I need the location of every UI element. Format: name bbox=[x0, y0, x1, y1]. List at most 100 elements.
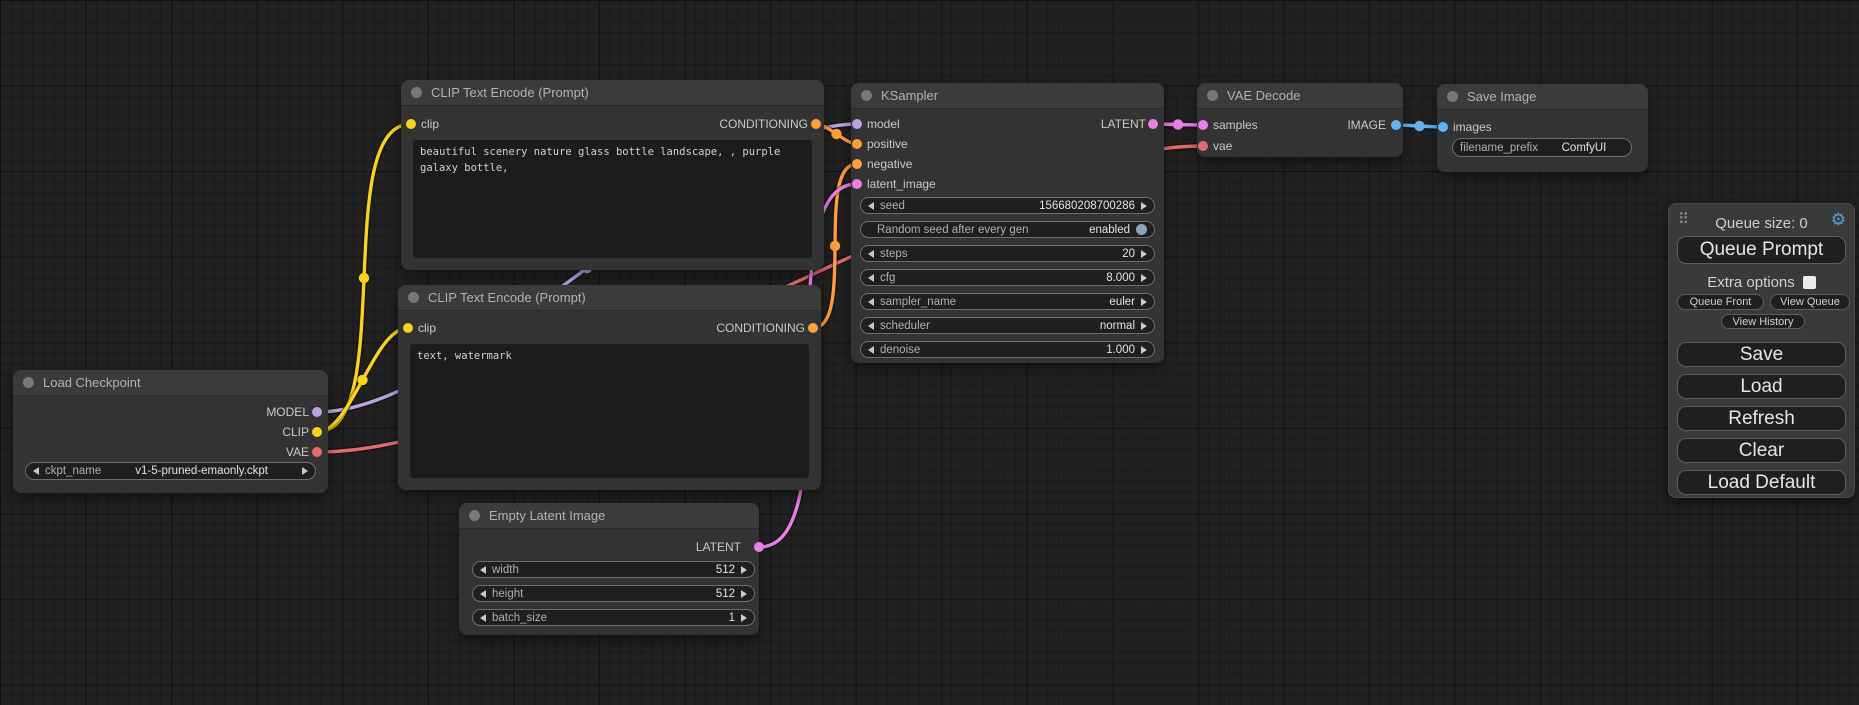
node-ksampler[interactable]: KSampler model positive negative latent_… bbox=[851, 83, 1164, 363]
increment-arrow-icon[interactable] bbox=[302, 467, 308, 475]
decrement-arrow-icon[interactable] bbox=[868, 298, 874, 306]
output-label-clip: CLIP bbox=[282, 425, 309, 439]
input-port-images[interactable] bbox=[1438, 122, 1448, 132]
decrement-arrow-icon[interactable] bbox=[868, 346, 874, 354]
collapse-dot-icon[interactable] bbox=[408, 292, 419, 303]
extra-options-label: Extra options bbox=[1707, 274, 1795, 291]
load-default-button[interactable]: Load Default bbox=[1677, 470, 1846, 495]
output-port-latent[interactable] bbox=[754, 542, 764, 552]
node-title: CLIP Text Encode (Prompt) bbox=[431, 85, 589, 100]
input-port-latent-image[interactable] bbox=[852, 179, 862, 189]
decrement-arrow-icon[interactable] bbox=[868, 274, 874, 282]
input-port-samples[interactable] bbox=[1198, 120, 1208, 130]
cfg-widget[interactable]: cfg 8.000 bbox=[860, 269, 1155, 286]
output-port-vae[interactable] bbox=[312, 447, 322, 457]
settings-gear-icon[interactable]: ⚙ bbox=[1831, 210, 1846, 230]
widget-value: 1.000 bbox=[1106, 344, 1135, 356]
decrement-arrow-icon[interactable] bbox=[480, 614, 486, 622]
input-label-samples: samples bbox=[1213, 118, 1258, 132]
random-seed-widget[interactable]: Random seed after every gen enabled bbox=[860, 221, 1155, 238]
node-title-bar[interactable]: Save Image bbox=[1437, 84, 1648, 110]
collapse-dot-icon[interactable] bbox=[861, 90, 872, 101]
enabled-toggle-icon[interactable] bbox=[1136, 224, 1147, 235]
input-port-vae[interactable] bbox=[1198, 141, 1208, 151]
increment-arrow-icon[interactable] bbox=[741, 566, 747, 574]
node-title-bar[interactable]: CLIP Text Encode (Prompt) bbox=[401, 80, 824, 106]
steps-widget[interactable]: steps 20 bbox=[860, 245, 1155, 262]
decrement-arrow-icon[interactable] bbox=[480, 566, 486, 574]
refresh-button[interactable]: Refresh bbox=[1677, 406, 1846, 431]
decrement-arrow-icon[interactable] bbox=[868, 202, 874, 210]
batch-size-widget[interactable]: batch_size 1 bbox=[472, 609, 755, 626]
decrement-arrow-icon[interactable] bbox=[33, 467, 39, 475]
view-queue-button[interactable]: View Queue bbox=[1770, 294, 1850, 310]
sampler-name-widget[interactable]: sampler_name euler bbox=[860, 293, 1155, 310]
height-widget[interactable]: height 512 bbox=[472, 585, 755, 602]
increment-arrow-icon[interactable] bbox=[741, 590, 747, 598]
save-button[interactable]: Save bbox=[1677, 342, 1846, 367]
node-load-checkpoint[interactable]: Load Checkpoint MODEL CLIP VAE ckpt_name… bbox=[13, 370, 328, 493]
input-port-positive[interactable] bbox=[852, 139, 862, 149]
output-label-image: IMAGE bbox=[1347, 118, 1386, 132]
input-port-negative[interactable] bbox=[852, 159, 862, 169]
node-save-image[interactable]: Save Image images filename_prefix ComfyU… bbox=[1437, 84, 1648, 172]
output-port-model[interactable] bbox=[312, 407, 322, 417]
node-title-bar[interactable]: VAE Decode bbox=[1197, 83, 1403, 109]
node-title-bar[interactable]: KSampler bbox=[851, 83, 1164, 109]
node-clip-text-encode-positive[interactable]: CLIP Text Encode (Prompt) clip CONDITION… bbox=[401, 80, 824, 270]
extra-options-checkbox[interactable] bbox=[1803, 276, 1816, 289]
node-title-bar[interactable]: CLIP Text Encode (Prompt) bbox=[398, 285, 821, 311]
output-port-conditioning[interactable] bbox=[811, 119, 821, 129]
increment-arrow-icon[interactable] bbox=[1141, 298, 1147, 306]
prompt-textarea[interactable]: beautiful scenery nature glass bottle la… bbox=[413, 140, 812, 258]
collapse-dot-icon[interactable] bbox=[23, 377, 34, 388]
queue-prompt-button[interactable]: Queue Prompt bbox=[1677, 236, 1846, 264]
link-dot-conditioning-positive bbox=[831, 129, 841, 139]
increment-arrow-icon[interactable] bbox=[1141, 322, 1147, 330]
output-port-latent[interactable] bbox=[1148, 119, 1158, 129]
widget-value: v1-5-pruned-emaonly.ckpt bbox=[135, 465, 268, 477]
node-title-bar[interactable]: Load Checkpoint bbox=[13, 370, 328, 396]
output-port-conditioning[interactable] bbox=[808, 323, 818, 333]
output-port-image[interactable] bbox=[1391, 120, 1401, 130]
input-port-clip[interactable] bbox=[406, 119, 416, 129]
node-clip-text-encode-negative[interactable]: CLIP Text Encode (Prompt) clip CONDITION… bbox=[398, 285, 821, 490]
increment-arrow-icon[interactable] bbox=[1141, 250, 1147, 258]
collapse-dot-icon[interactable] bbox=[469, 510, 480, 521]
increment-arrow-icon[interactable] bbox=[741, 614, 747, 622]
output-port-clip[interactable] bbox=[312, 427, 322, 437]
decrement-arrow-icon[interactable] bbox=[868, 250, 874, 258]
queue-front-button[interactable]: Queue Front bbox=[1677, 294, 1764, 310]
node-vae-decode[interactable]: VAE Decode samples IMAGE vae bbox=[1197, 83, 1403, 157]
node-graph-canvas[interactable]: Load Checkpoint MODEL CLIP VAE ckpt_name… bbox=[0, 0, 1859, 705]
ckpt-name-widget[interactable]: ckpt_name v1-5-pruned-emaonly.ckpt bbox=[25, 462, 316, 480]
input-label-model: model bbox=[867, 117, 900, 131]
node-title-bar[interactable]: Empty Latent Image bbox=[459, 503, 759, 529]
queue-panel[interactable]: ⠿ Queue size: 0 ⚙ Queue Prompt Extra opt… bbox=[1668, 203, 1855, 498]
scheduler-widget[interactable]: scheduler normal bbox=[860, 317, 1155, 334]
decrement-arrow-icon[interactable] bbox=[480, 590, 486, 598]
denoise-widget[interactable]: denoise 1.000 bbox=[860, 341, 1155, 358]
node-empty-latent-image[interactable]: Empty Latent Image LATENT width 512 heig… bbox=[459, 503, 759, 635]
clear-button[interactable]: Clear bbox=[1677, 438, 1846, 463]
collapse-dot-icon[interactable] bbox=[411, 87, 422, 98]
increment-arrow-icon[interactable] bbox=[1141, 346, 1147, 354]
widget-label: filename_prefix bbox=[1460, 142, 1538, 154]
increment-arrow-icon[interactable] bbox=[1141, 202, 1147, 210]
input-port-model[interactable] bbox=[852, 119, 862, 129]
prompt-textarea[interactable]: text, watermark bbox=[410, 344, 809, 478]
input-port-clip[interactable] bbox=[403, 323, 413, 333]
link-dot-conditioning-negative bbox=[830, 241, 840, 251]
output-label-vae: VAE bbox=[286, 445, 309, 459]
collapse-dot-icon[interactable] bbox=[1207, 90, 1218, 101]
load-button[interactable]: Load bbox=[1677, 374, 1846, 399]
decrement-arrow-icon[interactable] bbox=[868, 322, 874, 330]
collapse-dot-icon[interactable] bbox=[1447, 91, 1458, 102]
width-widget[interactable]: width 512 bbox=[472, 561, 755, 578]
seed-widget[interactable]: seed 156680208700286 bbox=[860, 197, 1155, 214]
view-history-button[interactable]: View History bbox=[1721, 314, 1805, 329]
filename-prefix-widget[interactable]: filename_prefix ComfyUI bbox=[1452, 138, 1632, 157]
widget-value: 1 bbox=[729, 612, 735, 624]
increment-arrow-icon[interactable] bbox=[1141, 274, 1147, 282]
link-dot-image-to-save bbox=[1414, 121, 1424, 131]
